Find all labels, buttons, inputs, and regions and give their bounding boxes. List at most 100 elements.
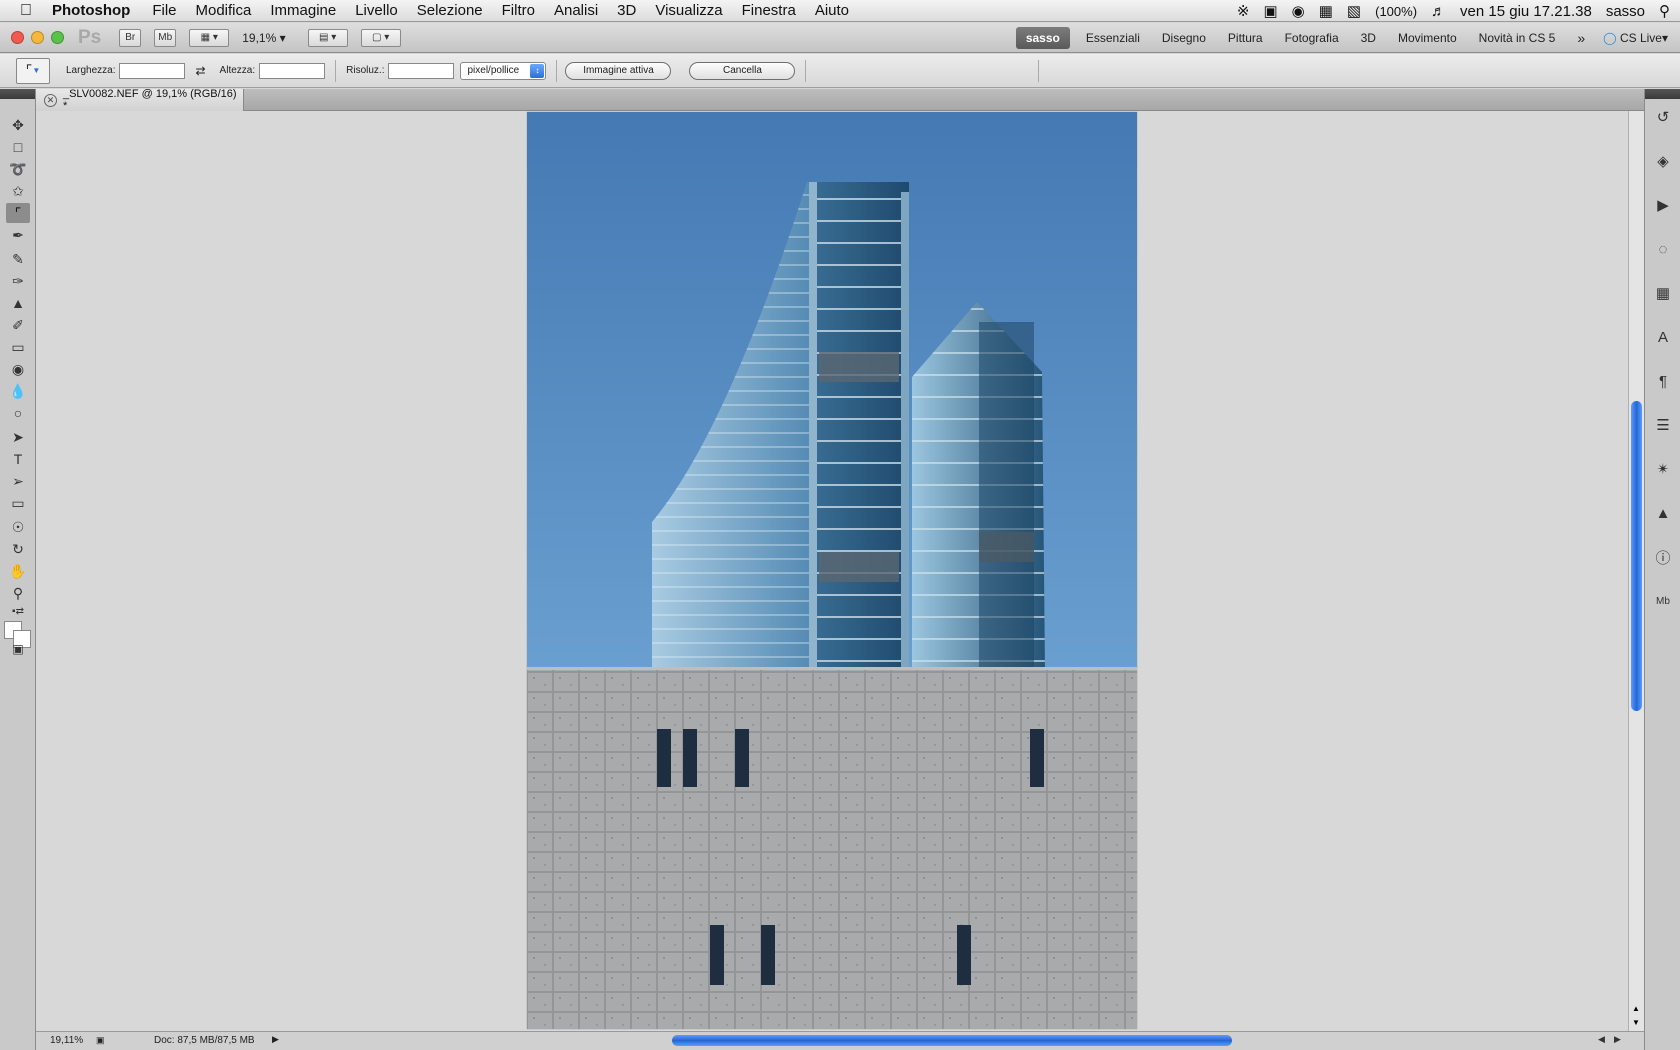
document-tab[interactable]: ✕ _SLV0082.NEF @ 19,1% (RGB/16) * xyxy=(36,88,244,112)
menu-aiuto[interactable]: Aiuto xyxy=(815,2,849,19)
menu-immagine[interactable]: Immagine xyxy=(270,2,336,19)
document-image[interactable] xyxy=(527,112,1137,1029)
move-tool-icon[interactable]: ✥ xyxy=(6,115,30,135)
view-extras-button[interactable]: ▦ ▾ xyxy=(189,28,230,47)
eyedropper-tool-icon[interactable]: ✒ xyxy=(6,225,30,245)
history-brush-tool-icon[interactable]: ✐ xyxy=(6,315,30,335)
zoom-level-select[interactable]: 19,1% ▾ xyxy=(242,31,285,45)
status-menu-arrow-icon[interactable]: ▶ xyxy=(272,1034,279,1045)
vertical-scrollbar[interactable]: ▲ ▼ xyxy=(1628,111,1644,1031)
rectangle-tool-icon[interactable]: ▭ xyxy=(6,493,30,513)
menu-livello[interactable]: Livello xyxy=(355,2,398,19)
status-zoom[interactable]: 19,11% xyxy=(50,1035,83,1046)
quick-mask-icon[interactable]: ▣ xyxy=(6,639,30,659)
scroll-left-icon[interactable]: ◀ xyxy=(1598,1034,1605,1045)
apple-menu-icon[interactable]:  xyxy=(0,2,52,20)
scroll-down-icon[interactable]: ▼ xyxy=(1632,1018,1640,1027)
calendar-icon[interactable]: ▦ xyxy=(1319,2,1333,20)
animation-panel-icon[interactable]: ▶ xyxy=(1651,193,1675,217)
workspace-disegno[interactable]: Disegno xyxy=(1162,31,1206,45)
3d-rotate-tool-icon[interactable]: ☉ xyxy=(6,517,30,537)
menu-filtro[interactable]: Filtro xyxy=(502,2,535,19)
app-menu[interactable]: Photoshop xyxy=(52,2,130,19)
horizontal-scroll-thumb[interactable] xyxy=(672,1035,1232,1046)
eraser-tool-icon[interactable]: ▭ xyxy=(6,337,30,357)
blur-tool-icon[interactable]: 💧 xyxy=(6,381,30,401)
navigator-panel-icon[interactable]: ✴ xyxy=(1651,457,1675,481)
mini-bridge-panel-icon[interactable]: Mb xyxy=(1651,589,1675,613)
quick-selection-tool-icon[interactable]: ✩ xyxy=(6,181,30,201)
menu-3d[interactable]: 3D xyxy=(617,2,636,19)
workspace-pittura[interactable]: Pittura xyxy=(1228,31,1263,45)
dodge-tool-icon[interactable]: ○ xyxy=(6,403,30,423)
launch-bridge-button[interactable]: Br xyxy=(119,28,142,47)
paragraph-panel-icon[interactable]: ¶ xyxy=(1651,369,1675,393)
swap-dimensions-icon[interactable]: ⇄ xyxy=(195,64,205,78)
3d-panel-icon[interactable]: ◌ xyxy=(1651,237,1675,261)
scroll-right-icon[interactable]: ▶ xyxy=(1614,1034,1621,1045)
menu-selezione[interactable]: Selezione xyxy=(417,2,483,19)
hand-tool-icon[interactable]: ✋ xyxy=(6,561,30,581)
clear-button[interactable]: Cancella xyxy=(689,61,796,80)
lasso-tool-icon[interactable]: ➰ xyxy=(6,159,30,179)
zoom-tool-icon[interactable]: ⚲ xyxy=(6,583,30,603)
healing-brush-tool-icon[interactable]: ✎ xyxy=(6,249,30,269)
menu-file[interactable]: File xyxy=(152,2,176,19)
tools-panel-header[interactable] xyxy=(0,89,35,99)
transform-panel-icon[interactable]: ▦ xyxy=(1651,281,1675,305)
screen-mode-button[interactable]: ▢ ▾ xyxy=(360,28,401,47)
crop-tool-icon[interactable]: ⌜ xyxy=(6,203,30,223)
clock[interactable]: ven 15 giu 17.21.38 xyxy=(1460,3,1592,20)
path-selection-tool-icon[interactable]: ➢ xyxy=(6,471,30,491)
workspace-essenziali[interactable]: Essenziali xyxy=(1086,31,1140,45)
height-input[interactable] xyxy=(259,62,326,79)
workspace-fotografia[interactable]: Fotografia xyxy=(1285,31,1339,45)
clone-source-panel-icon[interactable]: ☰ xyxy=(1651,413,1675,437)
more-workspaces-icon[interactable]: » xyxy=(1577,30,1585,46)
brush-tool-icon[interactable]: ✑ xyxy=(6,271,30,291)
front-image-button[interactable]: Immagine attiva xyxy=(565,61,672,80)
zoom-window-button[interactable] xyxy=(51,31,64,44)
menu-visualizza[interactable]: Visualizza xyxy=(655,2,722,19)
close-window-button[interactable] xyxy=(11,31,24,44)
workspace-3d[interactable]: 3D xyxy=(1361,31,1376,45)
resolution-input[interactable] xyxy=(388,62,455,79)
info-panel-icon[interactable]: ⓘ xyxy=(1651,545,1675,569)
type-tool-icon[interactable]: T xyxy=(6,449,30,469)
character-panel-icon[interactable]: A xyxy=(1651,325,1675,349)
resolution-unit-select[interactable]: pixel/pollice ↕ xyxy=(460,61,547,80)
workspace-movimento[interactable]: Movimento xyxy=(1398,31,1457,45)
canvas-area[interactable] xyxy=(36,111,1628,1031)
arrange-documents-button[interactable]: ▤ ▾ xyxy=(307,28,348,47)
display-icon[interactable]: ▣ xyxy=(1263,2,1277,20)
history-panel-icon[interactable]: ↺ xyxy=(1651,105,1675,129)
paint-bucket-tool-icon[interactable]: ◉ xyxy=(6,359,30,379)
menu-analisi[interactable]: Analisi xyxy=(554,2,598,19)
close-document-icon[interactable]: ✕ xyxy=(44,93,57,107)
user-name[interactable]: sasso xyxy=(1606,3,1645,20)
width-input[interactable] xyxy=(119,62,186,79)
scroll-up-icon[interactable]: ▲ xyxy=(1632,1004,1640,1013)
panel-dock-header[interactable] xyxy=(1645,89,1680,99)
workspace-novita-cs5[interactable]: Novità in CS 5 xyxy=(1479,31,1556,45)
default-colors-icon[interactable]: ▪⇄ xyxy=(6,601,30,621)
histogram-panel-icon[interactable]: ▲ xyxy=(1651,501,1675,525)
spotlight-icon[interactable]: ⚲ xyxy=(1659,2,1670,20)
marquee-tool-icon[interactable]: □ xyxy=(6,137,30,157)
status-doc-info[interactable]: Doc: 87,5 MB/87,5 MB xyxy=(154,1035,255,1046)
launch-minibridge-button[interactable]: Mb xyxy=(154,28,177,47)
bluetooth-icon[interactable]: ※ xyxy=(1237,2,1250,20)
battery-icon[interactable]: ▧ xyxy=(1347,2,1361,20)
minimize-window-button[interactable] xyxy=(31,31,44,44)
tool-preset-picker[interactable]: ⌜ ▼ xyxy=(16,57,50,84)
volume-icon[interactable]: ♬ xyxy=(1431,3,1446,20)
menu-modifica[interactable]: Modifica xyxy=(196,2,252,19)
status-preview-icon[interactable]: ▣ xyxy=(96,1035,105,1046)
vertical-scroll-thumb[interactable] xyxy=(1631,401,1642,711)
wifi-icon[interactable]: ◉ xyxy=(1292,2,1305,20)
pen-tool-icon[interactable]: ➤ xyxy=(6,427,30,447)
workspace-sasso[interactable]: sasso xyxy=(1015,27,1070,49)
cs-live-menu[interactable]: ◯ CS Live▾ xyxy=(1603,31,1668,45)
menu-finestra[interactable]: Finestra xyxy=(742,2,796,19)
clone-stamp-tool-icon[interactable]: ▲ xyxy=(6,293,30,313)
